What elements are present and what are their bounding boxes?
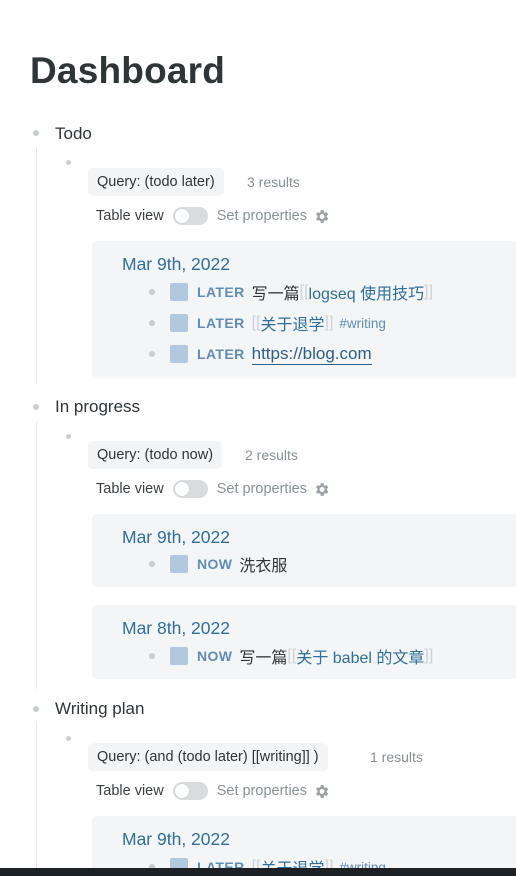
bullet-dot[interactable] [33, 706, 39, 712]
task-marker[interactable]: LATER [197, 284, 245, 300]
results-count: 2 results [245, 447, 298, 463]
toggle-knob [174, 784, 189, 798]
query-label[interactable]: Query: (and (todo later) [[writing]] ) [88, 743, 328, 771]
task-item: NOW 洗衣服 [149, 553, 287, 575]
query-controls: Table view Set properties [96, 781, 330, 801]
ref-open-bracket: [[ [287, 647, 297, 664]
bullet-dot[interactable] [66, 160, 71, 165]
gear-icon[interactable] [313, 481, 330, 498]
task-marker[interactable]: LATER [197, 315, 245, 331]
bottom-edge-bar [0, 868, 516, 876]
ref-open-bracket: [[ [251, 314, 261, 331]
bullet-dot[interactable] [33, 130, 39, 136]
date-link[interactable]: Mar 8th, 2022 [122, 618, 230, 639]
indent-guide [36, 421, 37, 689]
ref-close-bracket: ]] [424, 283, 434, 300]
task-bullet[interactable] [149, 653, 155, 659]
date-link[interactable]: Mar 9th, 2022 [122, 527, 230, 548]
section-label[interactable]: Todo [55, 124, 92, 144]
table-view-toggle[interactable] [172, 480, 208, 498]
task-marker[interactable]: NOW [197, 648, 232, 664]
task-item: NOW 写一篇 [[ 关于 babel 的文章 ]] [149, 645, 433, 667]
indent-guide [36, 148, 37, 384]
task-item: LATER 写一篇 [[ logseq 使用技巧 ]] [149, 281, 433, 303]
task-item: LATER https://blog.com [149, 343, 372, 365]
task-bullet[interactable] [149, 561, 155, 567]
task-text: 写一篇 [251, 286, 300, 303]
section-label[interactable]: Writing plan [55, 699, 144, 719]
task-text: 写一篇 [239, 650, 288, 667]
indent-guide [36, 723, 37, 868]
table-view-label: Table view [96, 481, 164, 497]
task-marker[interactable]: NOW [197, 556, 232, 572]
date-group: Mar 8th, 2022 NOW 写一篇 [[ 关于 babel 的文章 ]] [92, 605, 516, 679]
section-label[interactable]: In progress [55, 397, 140, 417]
date-link[interactable]: Mar 9th, 2022 [122, 254, 230, 275]
task-checkbox[interactable] [170, 283, 188, 301]
query-controls: Table view Set properties [96, 479, 330, 499]
date-group: Mar 9th, 2022 NOW 洗衣服 [92, 514, 516, 587]
task-bullet[interactable] [149, 351, 155, 357]
bullet-dot[interactable] [66, 434, 71, 439]
task-checkbox[interactable] [170, 345, 188, 363]
set-properties-button[interactable]: Set properties [217, 208, 307, 224]
task-bullet[interactable] [149, 289, 155, 295]
date-group: Mar 9th, 2022 LATER 写一篇 [[ logseq 使用技巧 ]… [92, 241, 516, 378]
table-view-toggle[interactable] [172, 207, 208, 225]
results-count: 1 results [370, 749, 423, 765]
ref-open-bracket: [[ [299, 283, 309, 300]
query-controls: Table view Set properties [96, 206, 330, 226]
gear-icon[interactable] [313, 783, 330, 800]
query-label[interactable]: Query: (todo later) [88, 168, 224, 196]
results-count: 3 results [247, 174, 300, 190]
toggle-knob [174, 209, 189, 223]
page-ref[interactable]: logseq 使用技巧 [309, 280, 425, 304]
page-ref[interactable]: 关于退学 [261, 311, 325, 335]
date-group: Mar 9th, 2022 LATER [[ 关于退学 ]] #writing [92, 816, 516, 876]
set-properties-button[interactable]: Set properties [217, 481, 307, 497]
gear-icon[interactable] [313, 208, 330, 225]
external-link[interactable]: https://blog.com [251, 344, 372, 365]
date-link[interactable]: Mar 9th, 2022 [122, 829, 230, 850]
task-checkbox[interactable] [170, 647, 188, 665]
query-label[interactable]: Query: (todo now) [88, 441, 223, 469]
tag-link[interactable]: #writing [339, 316, 386, 331]
bullet-dot[interactable] [66, 736, 71, 741]
set-properties-button[interactable]: Set properties [217, 783, 307, 799]
task-checkbox[interactable] [170, 555, 188, 573]
toggle-knob [174, 482, 189, 496]
task-marker[interactable]: LATER [197, 346, 245, 362]
page-title: Dashboard [30, 50, 226, 91]
ref-close-bracket: ]] [424, 647, 434, 664]
bullet-dot[interactable] [33, 404, 39, 410]
task-item: LATER [[ 关于退学 ]] #writing [149, 312, 386, 334]
page-ref[interactable]: 关于 babel 的文章 [296, 644, 424, 668]
task-text: 洗衣服 [239, 558, 288, 575]
table-view-toggle[interactable] [172, 782, 208, 800]
task-bullet[interactable] [149, 320, 155, 326]
task-checkbox[interactable] [170, 314, 188, 332]
table-view-label: Table view [96, 208, 164, 224]
ref-close-bracket: ]] [324, 314, 334, 331]
table-view-label: Table view [96, 783, 164, 799]
